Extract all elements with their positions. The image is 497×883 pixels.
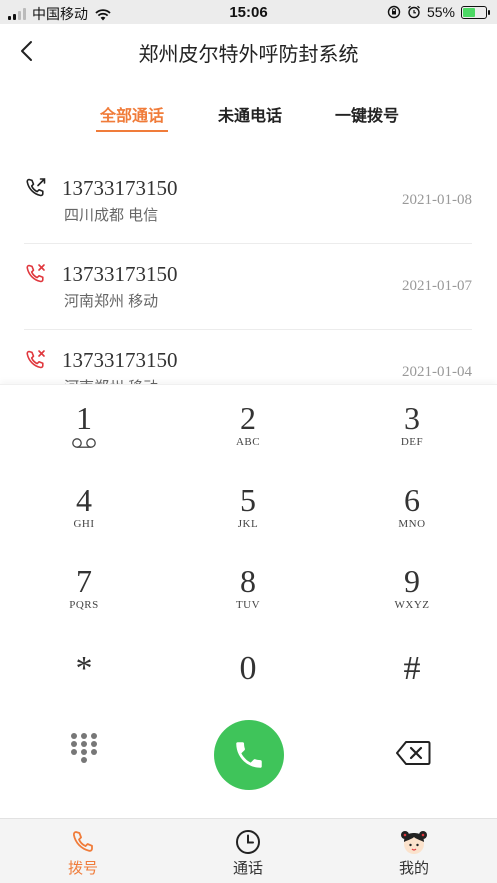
dial-keypad: 1 2 ABC 3 DEF 4 GHI 5 JKL 6 MNO 7 PQRS 8… xyxy=(0,384,497,818)
battery-icon xyxy=(461,5,490,19)
key-letters: MNO xyxy=(398,518,426,530)
key-hash[interactable]: # xyxy=(352,649,472,719)
call-row[interactable]: 13733173150 河南郑州 移动 2021-01-04 xyxy=(24,330,472,386)
call-button[interactable] xyxy=(214,720,284,790)
key-digit: 8 xyxy=(240,563,256,599)
key-6[interactable]: 6 MNO xyxy=(352,483,472,553)
tab-missed-calls[interactable]: 未通电话 xyxy=(218,102,282,126)
key-4[interactable]: 4 GHI xyxy=(24,483,144,553)
key-0[interactable]: 0 xyxy=(188,649,308,719)
key-letters: ABC xyxy=(235,436,261,448)
avatar-icon xyxy=(401,831,427,854)
phone-icon xyxy=(72,831,93,852)
nav-label: 拨号 xyxy=(67,860,98,877)
orientation-lock-icon xyxy=(387,5,401,19)
call-location: 河南郑州 移动 xyxy=(64,293,159,310)
key-letters: TUV xyxy=(235,599,261,611)
nav-dial[interactable]: 拨号 xyxy=(23,819,143,883)
call-number: 13733173150 xyxy=(62,348,178,372)
key-digit: 7 xyxy=(76,563,92,599)
missed-call-icon xyxy=(26,350,45,369)
call-list: 13733173150 四川成都 电信 2021-01-08 137331731… xyxy=(0,158,497,386)
keypad-toggle-icon[interactable] xyxy=(68,731,100,771)
battery-percent: 55% xyxy=(426,4,455,20)
alarm-icon xyxy=(408,5,420,19)
nav-calls[interactable]: 通话 xyxy=(188,819,308,883)
status-right: 55% xyxy=(387,4,490,20)
call-date: 2021-01-08 xyxy=(402,192,472,208)
bottom-nav: 拨号 通话 我的 xyxy=(0,818,497,883)
call-row[interactable]: 13733173150 四川成都 电信 2021-01-08 xyxy=(24,158,472,244)
nav-mine[interactable]: 我的 xyxy=(354,819,474,883)
key-5[interactable]: 5 JKL xyxy=(188,483,308,553)
call-date: 2021-01-07 xyxy=(402,278,472,294)
page-title: 郑州皮尔特外呼防封系统 xyxy=(138,44,359,66)
key-digit: 4 xyxy=(76,482,92,518)
status-bar: 中国移动 15:06 55% xyxy=(0,0,497,24)
key-7[interactable]: 7 PQRS xyxy=(24,564,144,634)
key-digit: 5 xyxy=(240,482,256,518)
outgoing-call-icon xyxy=(26,178,46,197)
key-digit: 2 xyxy=(240,400,256,436)
key-digit: 3 xyxy=(404,400,420,436)
tab-bar: 全部通话 未通电话 一键拨号 xyxy=(0,92,497,136)
key-digit: # xyxy=(403,650,421,687)
key-3[interactable]: 3 DEF xyxy=(352,401,472,471)
tab-all-calls[interactable]: 全部通话 xyxy=(100,102,164,126)
call-number: 13733173150 xyxy=(62,176,178,200)
phone-icon xyxy=(236,742,262,768)
key-2[interactable]: 2 ABC xyxy=(188,401,308,471)
key-digit: 1 xyxy=(76,400,92,436)
call-number: 13733173150 xyxy=(62,262,178,286)
key-letters: GHI xyxy=(73,518,95,530)
key-digit: 9 xyxy=(404,563,420,599)
key-digit: 6 xyxy=(404,482,420,518)
voicemail-icon xyxy=(72,438,96,448)
key-star[interactable]: * xyxy=(24,649,144,719)
active-tab-indicator xyxy=(96,130,168,132)
key-letters: WXYZ xyxy=(394,599,430,611)
call-date: 2021-01-04 xyxy=(402,364,472,380)
nav-label: 通话 xyxy=(232,860,263,877)
key-9[interactable]: 9 WXYZ xyxy=(352,564,472,634)
key-letters: DEF xyxy=(400,436,424,448)
key-letters: PQRS xyxy=(69,599,99,611)
tab-one-click-dial[interactable]: 一键拨号 xyxy=(335,102,399,126)
missed-call-icon xyxy=(26,264,45,283)
call-location: 四川成都 电信 xyxy=(64,207,159,224)
key-digit: * xyxy=(75,650,93,687)
call-row[interactable]: 13733173150 河南郑州 移动 2021-01-07 xyxy=(24,244,472,330)
key-1[interactable]: 1 xyxy=(24,401,144,471)
clock-icon xyxy=(236,830,260,854)
backspace-icon[interactable] xyxy=(395,740,431,766)
key-8[interactable]: 8 TUV xyxy=(188,564,308,634)
key-letters: JKL xyxy=(237,518,259,530)
nav-label: 我的 xyxy=(398,860,429,877)
header: 郑州皮尔特外呼防封系统 xyxy=(0,24,497,78)
key-digit: 0 xyxy=(239,650,257,687)
